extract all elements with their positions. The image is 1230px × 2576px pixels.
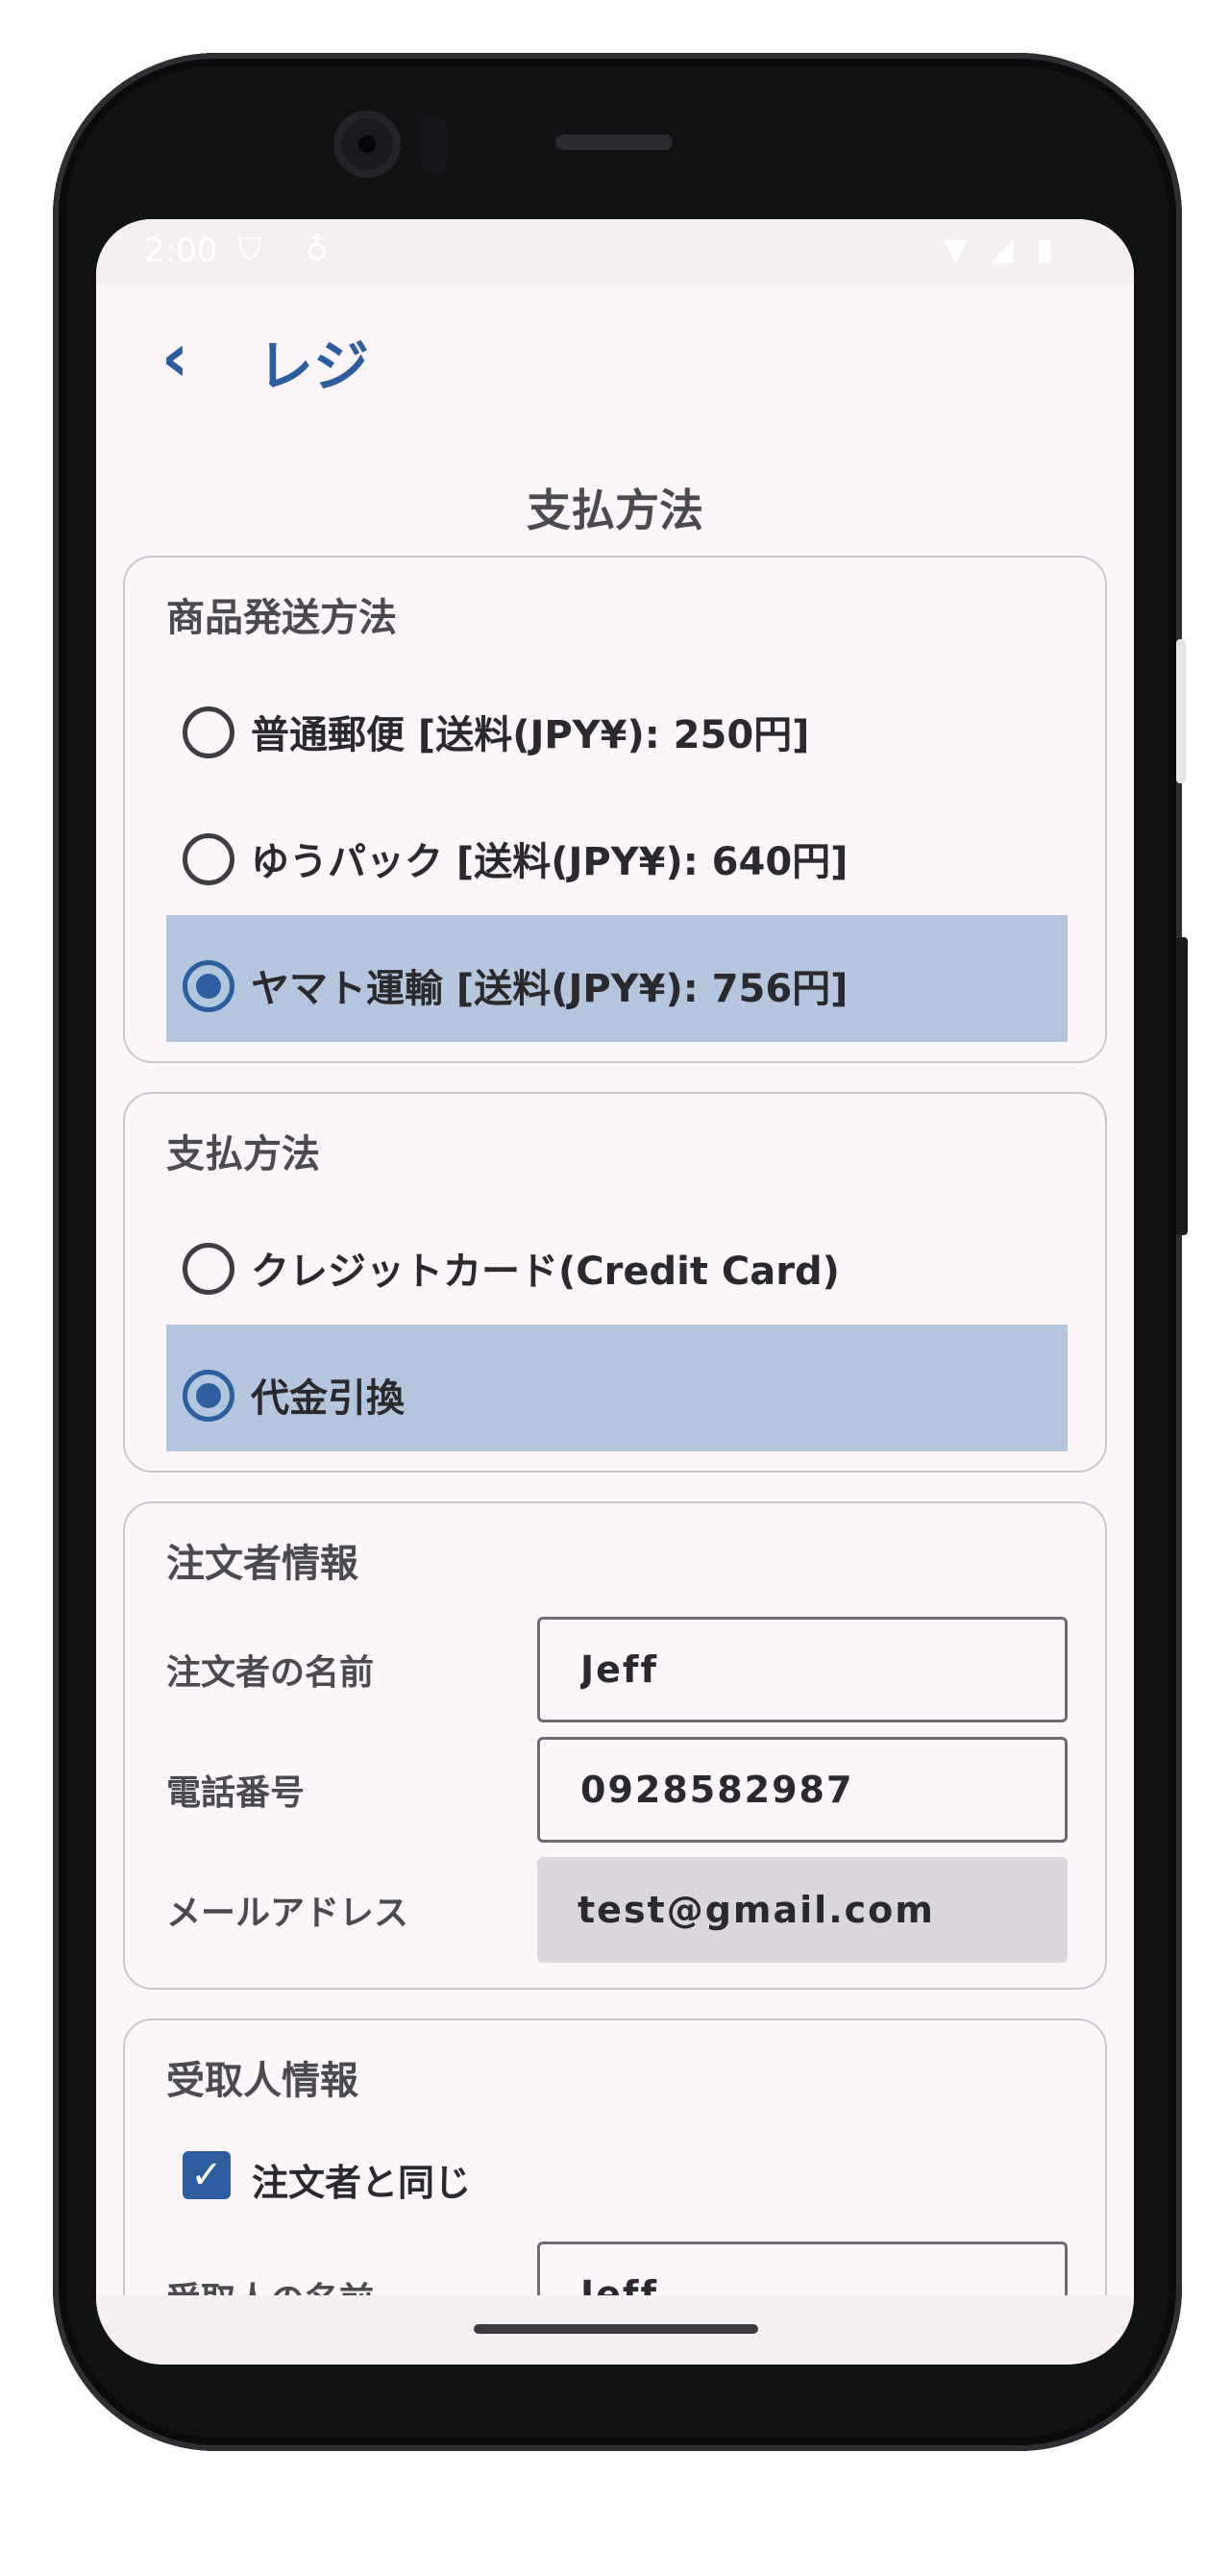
shipping-option-regular-mail[interactable]: 普通郵便 [送料(JPY¥): 250円]: [166, 661, 1068, 788]
radio-button[interactable]: [183, 1243, 234, 1295]
same-as-orderer-checkbox[interactable]: ✓: [183, 2151, 231, 2199]
back-button[interactable]: ‹: [136, 318, 213, 397]
orderer-name-input[interactable]: [537, 1617, 1068, 1722]
payment-option-credit-card[interactable]: クレジットカード(Credit Card): [166, 1198, 1068, 1325]
app-screen: 2:00 ⛉ ♁ ▼ ◢ ▮ ‹ レジ 支払方法 商品発送方法 普通郵便 [送料…: [96, 219, 1134, 2365]
shipping-option-label: ゆうパック [送料(JPY¥): 640円]: [251, 840, 849, 884]
battery-icon: ▮: [1036, 231, 1053, 267]
chevron-left-icon: ‹: [160, 318, 189, 397]
signal-icon: ◢: [990, 231, 1014, 267]
shield-icon: ⛉: [238, 231, 262, 267]
payment-option-cod[interactable]: 代金引換: [166, 1325, 1068, 1451]
page-title: 支払方法: [527, 484, 703, 536]
shipping-option-label: 普通郵便 [送料(JPY¥): 250円]: [251, 713, 810, 757]
radio-button[interactable]: [183, 833, 234, 885]
status-time: 2:00: [144, 232, 218, 270]
phone-input[interactable]: [537, 1737, 1068, 1843]
front-camera: [333, 111, 401, 178]
radio-button-selected[interactable]: [183, 960, 234, 1012]
payment-option-label: 代金引換: [251, 1376, 405, 1421]
app-title: レジ: [258, 334, 370, 399]
payment-option-label: クレジットカード(Credit Card): [251, 1250, 840, 1294]
wifi-icon: ▼: [944, 231, 968, 267]
home-gesture-handle[interactable]: [474, 2324, 758, 2334]
gesture-nav-bar: [96, 2295, 1134, 2365]
orderer-info-card: 注文者情報 注文者の名前 電話番号 メールアドレス: [123, 1501, 1107, 1990]
orderer-info-title: 注文者情報: [166, 1542, 358, 1586]
earpiece-speaker: [555, 135, 673, 150]
email-label: メールアドレス: [166, 1894, 409, 1933]
orderer-name-label: 注文者の名前: [166, 1653, 375, 1693]
email-input: [537, 1857, 1068, 1963]
radio-button[interactable]: [183, 706, 234, 758]
check-icon: ✓: [190, 2153, 223, 2197]
status-bar: 2:00 ⛉ ♁ ▼ ◢ ▮: [96, 219, 1134, 285]
proximity-sensor: [420, 113, 447, 175]
power-button: [1176, 639, 1186, 783]
shipping-option-label: ヤマト運輸 [送料(JPY¥): 756円]: [251, 967, 849, 1011]
recipient-info-title: 受取人情報: [166, 2059, 358, 2103]
shipping-method-title: 商品発送方法: [166, 596, 397, 640]
notification-icon: ♁: [306, 231, 329, 267]
phone-label: 電話番号: [166, 1773, 306, 1813]
payment-method-card: 支払方法 クレジットカード(Credit Card) 代金引換: [123, 1092, 1107, 1473]
app-bar: ‹ レジ: [96, 285, 1134, 429]
radio-button-selected[interactable]: [183, 1370, 234, 1422]
payment-method-title: 支払方法: [166, 1132, 320, 1177]
shipping-option-yamato[interactable]: ヤマト運輸 [送料(JPY¥): 756円]: [166, 915, 1068, 1042]
shipping-option-yu-pack[interactable]: ゆうパック [送料(JPY¥): 640円]: [166, 788, 1068, 915]
volume-button: [1176, 937, 1188, 1235]
same-as-orderer-label: 注文者と同じ: [252, 2162, 472, 2204]
shipping-method-card: 商品発送方法 普通郵便 [送料(JPY¥): 250円] ゆうパック [送料(J…: [123, 556, 1107, 1063]
